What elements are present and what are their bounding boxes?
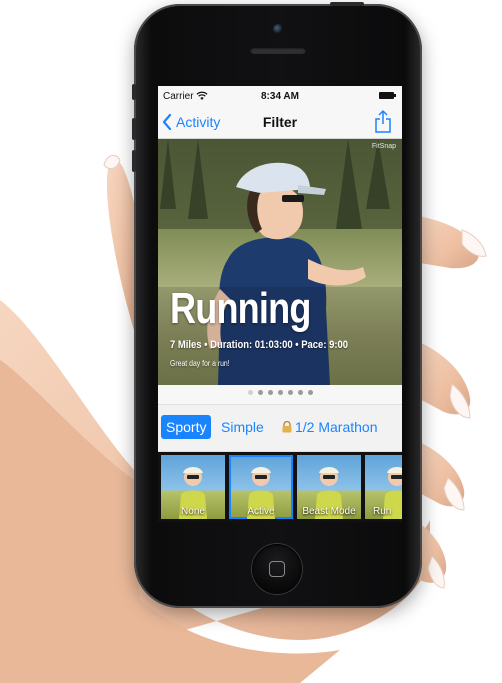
earpiece-speaker xyxy=(250,47,306,54)
tab-simple[interactable]: Simple xyxy=(216,415,269,439)
activity-photo[interactable]: FitSnap Running 7 Miles • Duration: 01:0… xyxy=(158,139,402,385)
mute-switch xyxy=(132,84,136,100)
home-button[interactable] xyxy=(252,544,302,594)
thumbnail-label: None xyxy=(181,506,205,517)
tab-sporty[interactable]: Sporty xyxy=(161,415,212,439)
share-icon[interactable] xyxy=(374,110,392,134)
volume-down-button xyxy=(132,150,136,172)
tab-half-marathon[interactable]: 1/2 Marathon xyxy=(276,415,383,439)
thumbnail-label: Run xyxy=(373,506,392,517)
activity-caption: Great day for a run! xyxy=(170,359,230,368)
power-button xyxy=(330,2,364,6)
thumbnail-active[interactable]: Active xyxy=(229,455,293,519)
lock-icon xyxy=(282,421,292,433)
activity-stats: 7 Miles • Duration: 01:03:00 • Pace: 9:0… xyxy=(170,339,349,351)
thumbnail-beast-mode[interactable]: Beast Mode xyxy=(297,455,361,519)
thumbnail-none[interactable]: None xyxy=(161,455,225,519)
tab-label: 1/2 Marathon xyxy=(295,419,378,435)
watermark-text: FitSnap xyxy=(371,143,396,150)
page-indicator[interactable] xyxy=(158,385,402,399)
page-dot[interactable] xyxy=(307,389,313,395)
page-dot[interactable] xyxy=(287,389,293,395)
front-camera xyxy=(273,24,283,34)
volume-up-button xyxy=(132,118,136,140)
filter-thumbnail-strip: None Active Beast Mode Run xyxy=(158,452,402,522)
page-dot[interactable] xyxy=(257,389,263,395)
status-time: 8:34 AM xyxy=(261,91,299,102)
battery-icon xyxy=(379,92,396,99)
page-dot[interactable] xyxy=(267,389,273,395)
status-bar: Carrier 8:34 AM xyxy=(158,86,402,106)
activity-headline: Running xyxy=(170,284,311,333)
tab-label: Simple xyxy=(221,419,264,435)
filter-category-tabs: Sporty Simple 1/2 Marathon xyxy=(158,404,402,452)
thumbnail-label: Beast Mode xyxy=(302,506,356,517)
page-dot[interactable] xyxy=(297,389,303,395)
navigation-bar: Activity Filter xyxy=(158,106,402,139)
page-dot[interactable] xyxy=(277,389,283,395)
phone-screen: Carrier 8:34 AM Activity Filter FitSnap … xyxy=(158,86,402,522)
thumbnail-run[interactable]: Run xyxy=(365,455,402,519)
thumbnail-label: Active xyxy=(247,506,275,517)
tab-label: Sporty xyxy=(166,419,207,435)
page-title: Filter xyxy=(262,114,298,130)
page-dot[interactable] xyxy=(247,389,253,395)
